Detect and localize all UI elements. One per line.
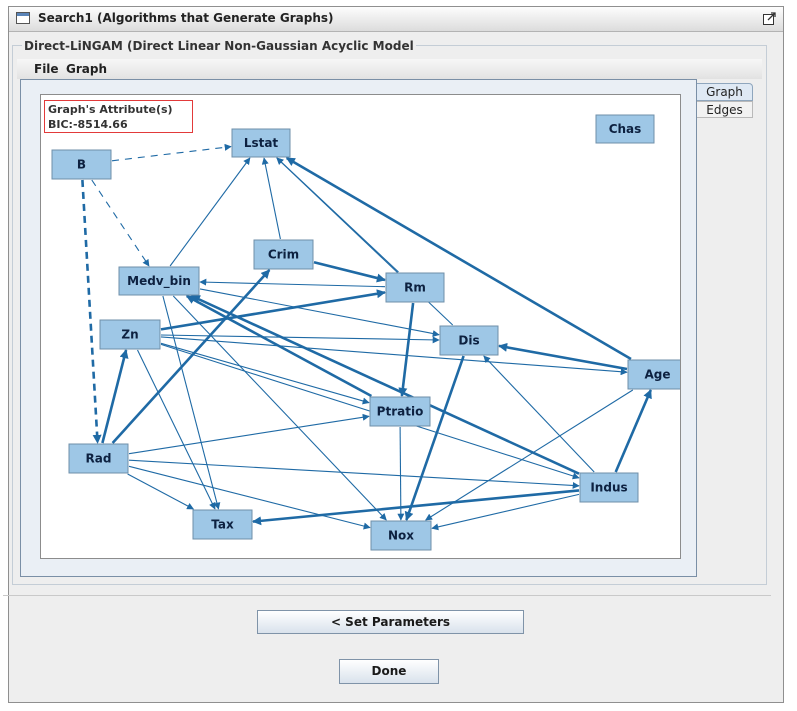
graph-diagram[interactable]: Lstat B Chas Crim Medv_bin Rm Zn Dis Age Ptratio R… (41, 95, 681, 559)
edge-medv_bin-lstat[interactable] (169, 157, 251, 267)
edge-b-lstat[interactable] (111, 143, 232, 162)
node-label: Zn (121, 328, 138, 342)
node-crim[interactable]: Crim (253, 239, 314, 270)
graph-attributes-title: Graph's Attribute(s) (48, 103, 173, 116)
button-area: < Set Parameters Done (3, 595, 771, 691)
node-indus[interactable]: Indus (579, 472, 639, 503)
node-label: Medv_bin (127, 274, 191, 289)
node-ptratio[interactable]: Ptratio (369, 396, 431, 427)
edge-rm-ptratio[interactable] (398, 302, 415, 397)
menu-file[interactable]: File (34, 62, 59, 76)
node-age[interactable]: Age (627, 359, 681, 390)
node-nox[interactable]: Nox (370, 520, 432, 551)
edge-indus-age[interactable] (614, 389, 652, 473)
edge-rm-medv_bin[interactable] (199, 278, 386, 288)
graph-attributes-box: Graph's Attribute(s) BIC:-8514.66 (44, 100, 193, 133)
edge-zn-dis[interactable] (160, 334, 440, 344)
node-rad[interactable]: Rad (68, 443, 129, 474)
node-label: Rad (86, 452, 112, 466)
edge-indus-medv_bin[interactable] (190, 294, 580, 475)
node-label: Ptratio (377, 405, 424, 419)
node-label: Crim (268, 248, 299, 262)
menu-graph[interactable]: Graph (66, 62, 107, 76)
node-label: Rm (404, 281, 426, 295)
edge-rad-indus[interactable] (128, 459, 580, 489)
edge-b-medv_bin[interactable] (91, 179, 150, 267)
edge-medv_bin-nox[interactable] (172, 295, 387, 521)
edge-age-dis[interactable] (498, 342, 628, 371)
node-zn[interactable]: Zn (99, 319, 161, 350)
node-label: Nox (388, 529, 414, 543)
menu-bar: File Graph (17, 59, 762, 79)
set-parameters-button[interactable]: < Set Parameters (257, 610, 524, 634)
edge-rad-zn[interactable] (101, 349, 129, 444)
graph-canvas[interactable]: Lstat B Chas Crim Medv_bin Rm Zn Dis Age Ptratio R… (40, 94, 681, 559)
separator (3, 595, 771, 596)
node-label: Indus (590, 481, 627, 495)
node-rm[interactable]: Rm (385, 272, 445, 303)
window-icon (16, 12, 30, 24)
algorithm-group-title: Direct-LiNGAM (Direct Linear Non-Gaussia… (22, 39, 416, 53)
node-label: Tax (211, 518, 234, 532)
edge-zn-ptratio[interactable] (160, 342, 370, 405)
node-chas[interactable]: Chas (595, 114, 655, 144)
edge-crim-lstat[interactable] (261, 157, 281, 240)
node-tax[interactable]: Tax (192, 509, 253, 540)
edge-rad-crim[interactable] (111, 269, 271, 444)
done-button[interactable]: Done (339, 659, 439, 684)
node-lstat[interactable]: Lstat (231, 128, 291, 158)
node-label: Dis (458, 334, 479, 348)
node-dis[interactable]: Dis (439, 325, 499, 356)
edge-rad-tax[interactable] (127, 473, 195, 510)
edge-ptratio-nox[interactable] (397, 426, 405, 521)
edge-crim-rm[interactable] (313, 260, 386, 283)
node-label: B (77, 158, 86, 172)
node-label: Lstat (244, 136, 279, 150)
edge-indus-nox[interactable] (431, 493, 580, 531)
node-b[interactable]: B (51, 149, 112, 180)
bic-value: BIC:-8514.66 (48, 118, 128, 131)
window-title: Search1 (Algorithms that Generate Graphs… (38, 11, 334, 25)
tab-edges[interactable]: Edges (697, 101, 753, 118)
node-label: Age (644, 368, 670, 382)
node-label: Chas (609, 122, 642, 136)
tab-graph[interactable]: Graph (697, 83, 753, 101)
node-medv-bin[interactable]: Medv_bin (118, 266, 200, 296)
edge-b-rad[interactable] (81, 179, 102, 444)
maximize-icon[interactable] (763, 12, 776, 25)
title-bar[interactable]: Search1 (Algorithms that Generate Graphs… (9, 7, 783, 32)
edge-rad-ptratio[interactable] (128, 413, 370, 455)
